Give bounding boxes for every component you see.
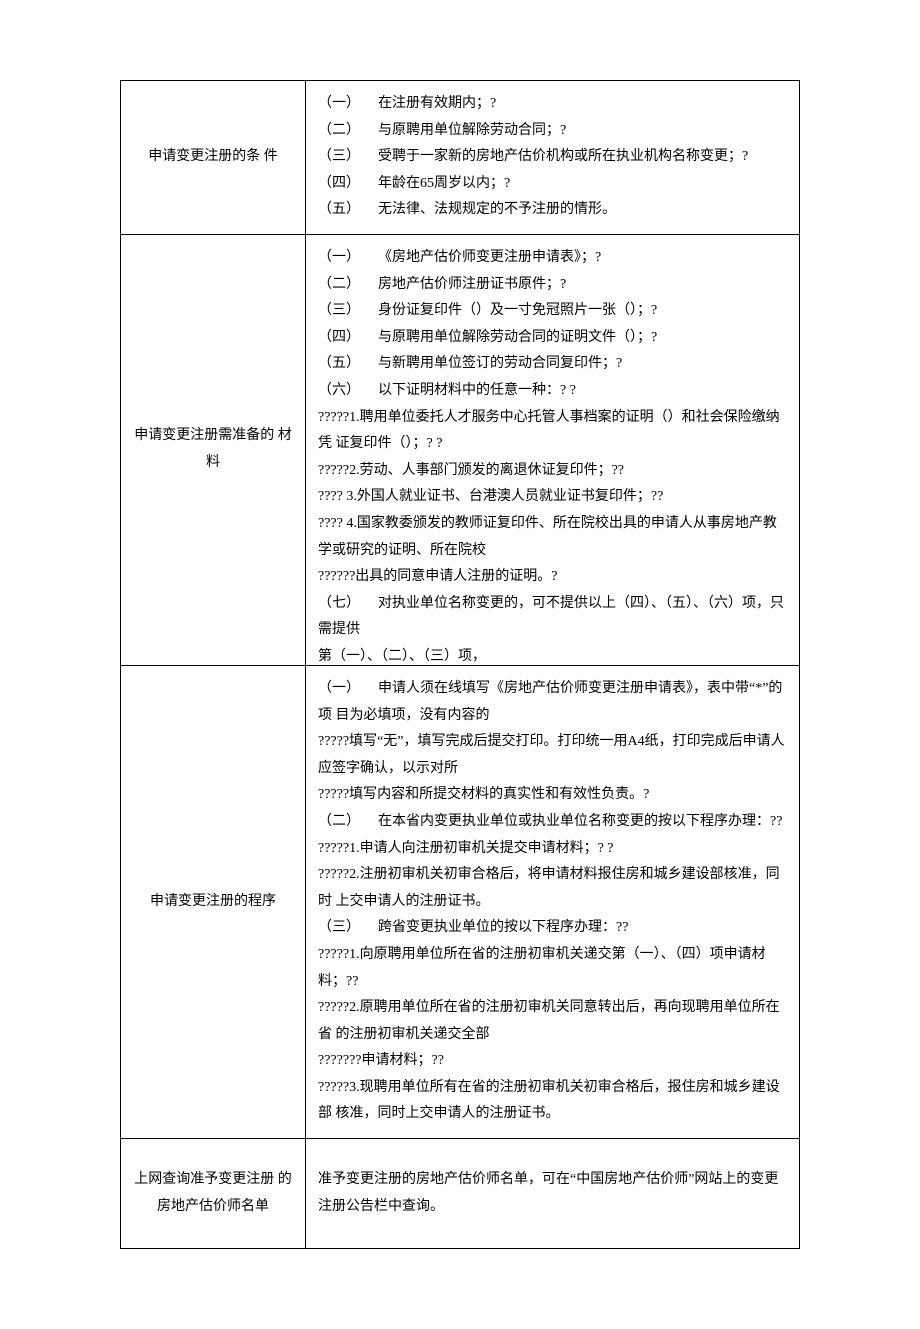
list-item: ??????出具的同意申请人注册的证明。? xyxy=(318,564,787,591)
item-number: （三） xyxy=(318,915,378,942)
row-content-conditions: （一）在注册有效期内；? （二）与原聘用单位解除劳动合同；? （三）受聘于一家新… xyxy=(306,81,800,235)
item-number: （一） xyxy=(318,245,378,272)
item-text: ?????填写内容和所提交材料的真实性和有效性负责。? xyxy=(318,787,649,802)
list-item: （四）年龄在65周岁以内；? xyxy=(318,171,787,198)
list-item: ?????2.劳动、人事部门颁发的离退休证复印件；?? xyxy=(318,458,787,485)
table-body: 申请变更注册的条 件 （一）在注册有效期内；? （二）与原聘用单位解除劳动合同；… xyxy=(121,81,800,1249)
item-number: （五） xyxy=(318,197,378,224)
item-text: 与原聘用单位解除劳动合同；? xyxy=(378,123,566,138)
row-content-procedure: （一）申请人须在线填写《房地产估价师变更注册申请表》，表中带“*”的项 目为必填… xyxy=(306,665,800,1138)
item-number: （一） xyxy=(318,676,378,703)
item-text: ?????1.向原聘用单位所在省的注册初审机关递交第（一）、（四）项申请材料；?… xyxy=(318,947,766,989)
row-content-query: 准予变更注册的房地产估价师名单，可在“中国房地产估价师”网站上的变更 注册公告栏… xyxy=(306,1139,800,1249)
item-text: 在注册有效期内；? xyxy=(378,96,496,111)
item-text: ???? 3.外国人就业证书、台港澳人员就业证书复印件；?? xyxy=(318,489,663,504)
item-text: 以下证明材料中的任意一种：? ? xyxy=(378,383,576,398)
item-number: （四） xyxy=(318,325,378,352)
content-list: 准予变更注册的房地产估价师名单，可在“中国房地产估价师”网站上的变更 注册公告栏… xyxy=(318,1167,787,1220)
item-text: 对执业单位名称变更的，可不提供以上（四）、（五）、（六）项，只需提供 xyxy=(318,596,784,638)
item-text: ?????2.原聘用单位所在省的注册初审机关同意转出后，再向现聘用单位所在省 的… xyxy=(318,1000,780,1042)
item-number: （二） xyxy=(318,118,378,145)
registration-change-table: 申请变更注册的条 件 （一）在注册有效期内；? （二）与原聘用单位解除劳动合同；… xyxy=(120,80,800,1249)
list-item: （五）与新聘用单位签订的劳动合同复印件；? xyxy=(318,351,787,378)
item-text: ?????填写“无”，填写完成后提交打印。打印统一用A4纸，打印完成后申请人应签… xyxy=(318,734,785,776)
list-item: ?????1.向原聘用单位所在省的注册初审机关递交第（一）、（四）项申请材料；?… xyxy=(318,942,787,995)
list-item: ???????申请材料；?? xyxy=(318,1048,787,1075)
item-number: （二） xyxy=(318,272,378,299)
list-item: ?????填写内容和所提交材料的真实性和有效性负责。? xyxy=(318,782,787,809)
item-text: 身份证复印件（）及一寸免冠照片一张（）；? xyxy=(378,303,657,318)
list-item: ?????1.聘用单位委托人才服务中心托管人事档案的证明（）和社会保险缴纳凭 证… xyxy=(318,405,787,458)
content-list: （一）《房地产估价师变更注册申请表》；? （二）房地产估价师注册证书原件；? （… xyxy=(318,245,787,665)
item-number: （三） xyxy=(318,144,378,171)
item-number: （三） xyxy=(318,298,378,325)
item-text: 房地产估价师注册证书原件；? xyxy=(378,277,566,292)
item-text: 准予变更注册的房地产估价师名单，可在“中国房地产估价师”网站上的变更 注册公告栏… xyxy=(318,1172,778,1214)
row-label-query: 上网查询准予变更注册 的房地产估价师名单 xyxy=(121,1139,306,1249)
content-list: （一）在注册有效期内；? （二）与原聘用单位解除劳动合同；? （三）受聘于一家新… xyxy=(318,91,787,224)
list-item: ?????2.原聘用单位所在省的注册初审机关同意转出后，再向现聘用单位所在省 的… xyxy=(318,995,787,1048)
list-item: （一）在注册有效期内；? xyxy=(318,91,787,118)
list-item: （四）与原聘用单位解除劳动合同的证明文件（）；? xyxy=(318,325,787,352)
row-label-materials: 申请变更注册需准备的 材 料 xyxy=(121,234,306,665)
row-content-materials: （一）《房地产估价师变更注册申请表》；? （二）房地产估价师注册证书原件；? （… xyxy=(306,234,800,665)
item-text: ??????出具的同意申请人注册的证明。? xyxy=(318,569,558,584)
list-item: （一）申请人须在线填写《房地产估价师变更注册申请表》，表中带“*”的项 目为必填… xyxy=(318,676,787,729)
item-text: 在本省内变更执业单位或执业单位名称变更的按以下程序办理：?? xyxy=(378,814,782,829)
list-item: ?????3.现聘用单位所有在省的注册初审机关初审合格后，报住房和城乡建设部 核… xyxy=(318,1075,787,1128)
item-number: （四） xyxy=(318,171,378,198)
row-label-conditions: 申请变更注册的条 件 xyxy=(121,81,306,235)
item-text: ???????申请材料；?? xyxy=(318,1053,444,1068)
item-text: 与新聘用单位签订的劳动合同复印件；? xyxy=(378,356,622,371)
list-item: ?????2.注册初审机关初审合格后，将申请材料报住房和城乡建设部核准，同时 上… xyxy=(318,862,787,915)
item-number: （七） xyxy=(318,591,378,618)
list-item: （二）房地产估价师注册证书原件；? xyxy=(318,272,787,299)
table-row: 上网查询准予变更注册 的房地产估价师名单 准予变更注册的房地产估价师名单，可在“… xyxy=(121,1139,800,1249)
list-item: （一）《房地产估价师变更注册申请表》；? xyxy=(318,245,787,272)
item-text: 受聘于一家新的房地产估价机构或所在执业机构名称变更；? xyxy=(378,149,748,164)
list-item: 准予变更注册的房地产估价师名单，可在“中国房地产估价师”网站上的变更 注册公告栏… xyxy=(318,1167,787,1220)
list-item: （六）以下证明材料中的任意一种：? ? xyxy=(318,378,787,405)
item-text: 《房地产估价师变更注册申请表》；? xyxy=(378,250,601,265)
list-item: （二）与原聘用单位解除劳动合同；? xyxy=(318,118,787,145)
item-text: ?????3.现聘用单位所有在省的注册初审机关初审合格后，报住房和城乡建设部 核… xyxy=(318,1080,780,1122)
table-row: 申请变更注册需准备的 材 料 （一）《房地产估价师变更注册申请表》；? （二）房… xyxy=(121,234,800,665)
row-label-procedure: 申请变更注册的程序 xyxy=(121,665,306,1138)
item-text: ?????2.注册初审机关初审合格后，将申请材料报住房和城乡建设部核准，同时 上… xyxy=(318,867,780,909)
list-item: 第（一）、（二）、（三）项， xyxy=(318,644,787,665)
item-text: 年龄在65周岁以内；? xyxy=(378,176,510,191)
content-list: （一）申请人须在线填写《房地产估价师变更注册申请表》，表中带“*”的项 目为必填… xyxy=(318,676,787,1128)
item-number: （一） xyxy=(318,91,378,118)
item-text: ?????2.劳动、人事部门颁发的离退休证复印件；?? xyxy=(318,463,624,478)
list-item: ?????1.申请人向注册初审机关提交申请材料；? ? xyxy=(318,836,787,863)
item-text: 与原聘用单位解除劳动合同的证明文件（）；? xyxy=(378,330,657,345)
item-number: （六） xyxy=(318,378,378,405)
item-number: （五） xyxy=(318,351,378,378)
list-item: （三）身份证复印件（）及一寸免冠照片一张（）；? xyxy=(318,298,787,325)
list-item: （三）受聘于一家新的房地产估价机构或所在执业机构名称变更；? xyxy=(318,144,787,171)
list-item: （三）跨省变更执业单位的按以下程序办理：?? xyxy=(318,915,787,942)
list-item: （七）对执业单位名称变更的，可不提供以上（四）、（五）、（六）项，只需提供 xyxy=(318,591,787,644)
item-text: 第（一）、（二）、（三）项， xyxy=(318,649,486,664)
item-text: ?????1.聘用单位委托人才服务中心托管人事档案的证明（）和社会保险缴纳凭 证… xyxy=(318,410,780,452)
list-item: ?????填写“无”，填写完成后提交打印。打印统一用A4纸，打印完成后申请人应签… xyxy=(318,729,787,782)
item-text: ???? 4.国家教委颁发的教师证复印件、所在院校出具的申请人从事房地产教学或研… xyxy=(318,516,777,558)
list-item: ???? 3.外国人就业证书、台港澳人员就业证书复印件；?? xyxy=(318,484,787,511)
list-item: （二）在本省内变更执业单位或执业单位名称变更的按以下程序办理：?? xyxy=(318,809,787,836)
list-item: ???? 4.国家教委颁发的教师证复印件、所在院校出具的申请人从事房地产教学或研… xyxy=(318,511,787,564)
table-row: 申请变更注册的程序 （一）申请人须在线填写《房地产估价师变更注册申请表》，表中带… xyxy=(121,665,800,1138)
item-text: ?????1.申请人向注册初审机关提交申请材料；? ? xyxy=(318,841,614,856)
list-item: （五）无法律、法规规定的不予注册的情形。 xyxy=(318,197,787,224)
item-text: 申请人须在线填写《房地产估价师变更注册申请表》，表中带“*”的项 目为必填项，没… xyxy=(318,681,782,723)
item-number: （二） xyxy=(318,809,378,836)
item-text: 跨省变更执业单位的按以下程序办理：?? xyxy=(378,920,628,935)
table-row: 申请变更注册的条 件 （一）在注册有效期内；? （二）与原聘用单位解除劳动合同；… xyxy=(121,81,800,235)
item-text: 无法律、法规规定的不予注册的情形。 xyxy=(378,202,616,217)
